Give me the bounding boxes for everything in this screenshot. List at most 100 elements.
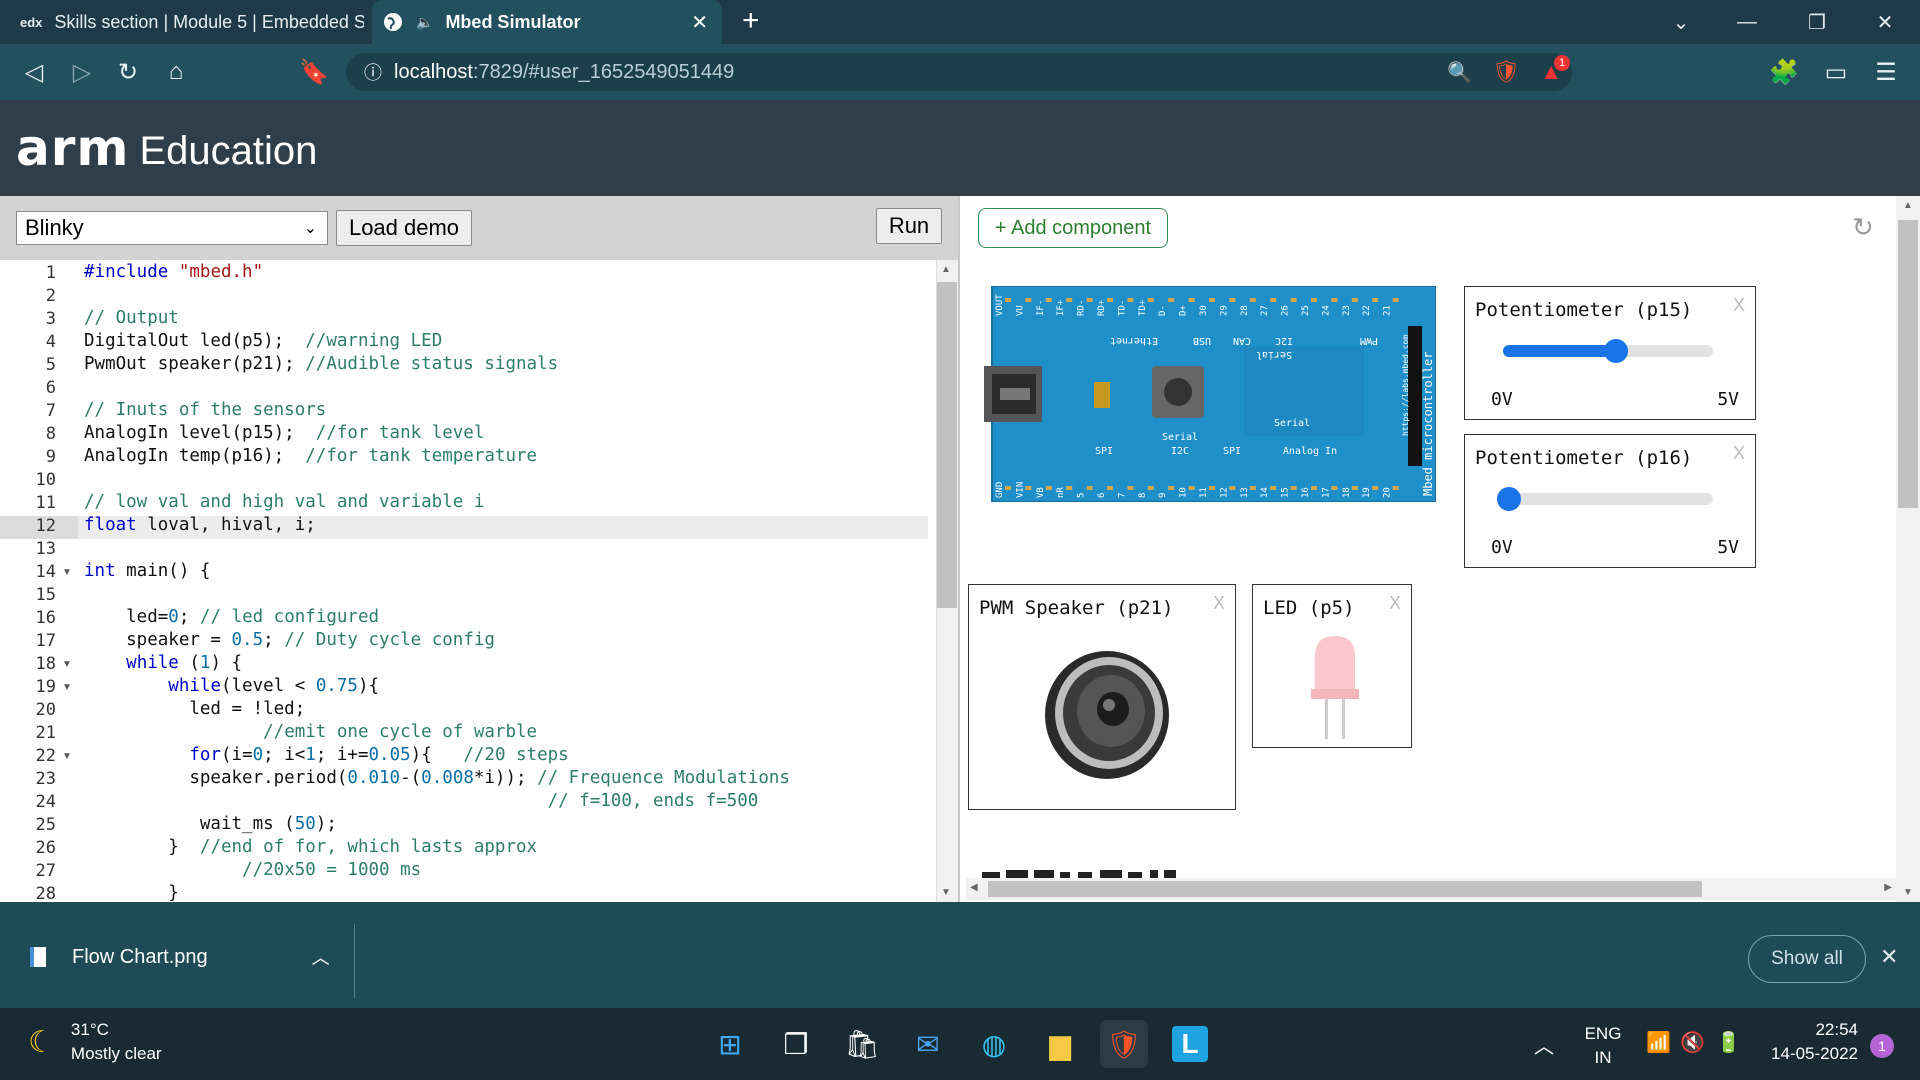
file-explorer-icon[interactable]: ▆ [1036, 1020, 1084, 1068]
reload-icon[interactable]: ↻ [104, 44, 152, 100]
board-pin[interactable] [1147, 486, 1154, 490]
board-pin[interactable] [1107, 486, 1113, 490]
run-button[interactable]: Run [876, 208, 942, 244]
fold-toggle-icon[interactable]: ▼ [62, 567, 72, 578]
board-pin[interactable] [1066, 298, 1073, 302]
board-pin[interactable] [1066, 486, 1073, 490]
show-all-button[interactable]: Show all [1748, 935, 1866, 983]
add-component-button[interactable]: + Add component [978, 208, 1168, 248]
board-pin[interactable] [1229, 298, 1236, 302]
scroll-down-icon[interactable]: ▼ [941, 887, 951, 898]
remove-component-icon[interactable]: X [1213, 593, 1225, 614]
board-pin[interactable] [1045, 486, 1052, 490]
wallet-icon[interactable]: ▭ [1812, 44, 1860, 100]
remove-component-icon[interactable]: X [1733, 295, 1745, 316]
slider-knob[interactable] [1497, 487, 1522, 511]
wifi-icon[interactable]: 📶 [1646, 1030, 1671, 1055]
tab-edx[interactable]: edx Skills section | Module 5 | Embedded… [0, 0, 364, 44]
board-pin[interactable] [1351, 486, 1358, 490]
board-pin[interactable] [1188, 298, 1195, 302]
task-view-icon[interactable]: ❐ [772, 1020, 820, 1068]
mail-icon[interactable]: ✉ [904, 1020, 952, 1068]
close-download-bar-icon[interactable]: ✕ [1880, 944, 1898, 970]
board-pin[interactable] [1290, 486, 1297, 490]
tab-mbed-simulator[interactable]: 🔈 Mbed Simulator ✕ [372, 0, 722, 44]
board-pin[interactable] [1127, 486, 1134, 490]
board-pin[interactable] [1372, 298, 1379, 302]
notification-badge[interactable]: 1 [1870, 1034, 1894, 1058]
volume-muted-icon[interactable]: 🔇 [1680, 1030, 1705, 1055]
board-pin[interactable] [1025, 298, 1032, 302]
l-app-icon[interactable]: L [1166, 1020, 1214, 1068]
board-pin[interactable] [1127, 298, 1134, 302]
scroll-down-icon[interactable]: ▼ [1903, 887, 1913, 898]
board-pin[interactable] [1209, 298, 1215, 302]
scroll-up-icon[interactable]: ▲ [1903, 200, 1913, 211]
speaker-audio-icon[interactable]: 🔈 [416, 14, 433, 31]
scroll-right-icon[interactable]: ▶ [1884, 882, 1892, 893]
scroll-left-icon[interactable]: ◀ [970, 882, 978, 893]
mbed-board[interactable]: VOUT VU IF- IF+ RD- RD+ TD- TD+ D- D+ 30 29 28 27 26 25… [984, 285, 1437, 503]
board-pin[interactable] [1290, 298, 1297, 302]
remove-component-icon[interactable]: X [1733, 443, 1745, 464]
board-pin[interactable] [1005, 298, 1011, 302]
board-pin[interactable] [1168, 298, 1175, 302]
board-pin[interactable] [1372, 486, 1379, 490]
fold-toggle-icon[interactable]: ▼ [62, 659, 72, 670]
close-window-icon[interactable]: ✕ [1850, 0, 1920, 44]
board-pin[interactable] [1086, 486, 1093, 490]
back-icon[interactable]: ◁ [10, 44, 58, 100]
url-bar[interactable]: ⓘ localhost:7829/#user_1652549051449 🔍 🛡… [346, 53, 1572, 91]
editor-scroll-thumb[interactable] [937, 282, 957, 608]
board-pin[interactable] [1025, 486, 1032, 490]
code-editor[interactable]: 1 #include "mbed.h" 2 3// Output 4 DigitalOut… [0, 260, 944, 902]
board-pin[interactable] [1311, 486, 1317, 490]
minimize-icon[interactable]: — [1712, 0, 1782, 44]
board-pin[interactable] [1147, 298, 1154, 302]
weather-widget[interactable]: ☾ 31°C Mostly clear [28, 1020, 162, 1064]
restore-icon[interactable]: ❐ [1782, 0, 1852, 44]
menu-icon[interactable]: ☰ [1862, 44, 1910, 100]
site-info-icon[interactable]: ⓘ [364, 59, 382, 85]
demo-select[interactable]: Blinky ⌄ [16, 211, 328, 245]
show-hidden-icons[interactable]: ︿ [1534, 1030, 1554, 1059]
board-pin[interactable] [1249, 486, 1256, 490]
refresh-icon[interactable]: ↻ [1852, 212, 1874, 243]
tab-search-icon[interactable]: ⌄ [1646, 0, 1716, 44]
brave-icon[interactable]: 🛡 [1100, 1020, 1148, 1068]
board-pin[interactable] [1331, 298, 1338, 302]
close-tab-icon[interactable]: ✕ [691, 10, 708, 35]
board-pin[interactable] [1107, 298, 1113, 302]
new-tab-icon[interactable]: + [742, 4, 760, 38]
board-pin[interactable] [1209, 486, 1215, 490]
board-pin[interactable] [1351, 298, 1358, 302]
brave-shields-icon[interactable]: 🛡 [1492, 59, 1520, 85]
windows-start-icon[interactable]: ⊞ [706, 1020, 754, 1068]
bookmark-icon[interactable]: 🔖 [290, 44, 338, 100]
store-icon[interactable]: 🛍 [838, 1020, 886, 1068]
forward-icon[interactable]: ▷ [58, 44, 106, 100]
board-pin[interactable] [1086, 298, 1093, 302]
chevron-up-icon[interactable]: ︿ [312, 944, 330, 970]
board-pin[interactable] [1311, 298, 1317, 302]
board-pin[interactable] [1331, 486, 1338, 490]
board-pin[interactable] [1270, 298, 1277, 302]
board-pin[interactable] [1270, 486, 1277, 490]
board-pin[interactable] [1392, 486, 1399, 490]
slider-knob[interactable] [1604, 339, 1629, 363]
language-indicator[interactable]: ENG IN [1580, 1022, 1626, 1070]
right-scroll-thumb[interactable] [1898, 220, 1918, 508]
board-pin[interactable] [1045, 298, 1052, 302]
board-pin[interactable] [1188, 486, 1195, 490]
scroll-up-icon[interactable]: ▲ [941, 264, 951, 275]
remove-component-icon[interactable]: X [1389, 593, 1401, 614]
board-pin[interactable] [1005, 486, 1011, 490]
zoom-icon[interactable]: 🔍 [1447, 60, 1472, 85]
fold-toggle-icon[interactable]: ▼ [62, 682, 72, 693]
edge-icon[interactable]: ◍ [970, 1020, 1018, 1068]
extensions-icon[interactable]: 🧩 [1760, 44, 1808, 100]
home-icon[interactable]: ⌂ [152, 44, 200, 100]
potentiometer-slider[interactable] [1503, 339, 1713, 363]
fold-toggle-icon[interactable]: ▼ [62, 751, 72, 762]
download-item[interactable]: Flow Chart.png ︿ [30, 944, 330, 970]
